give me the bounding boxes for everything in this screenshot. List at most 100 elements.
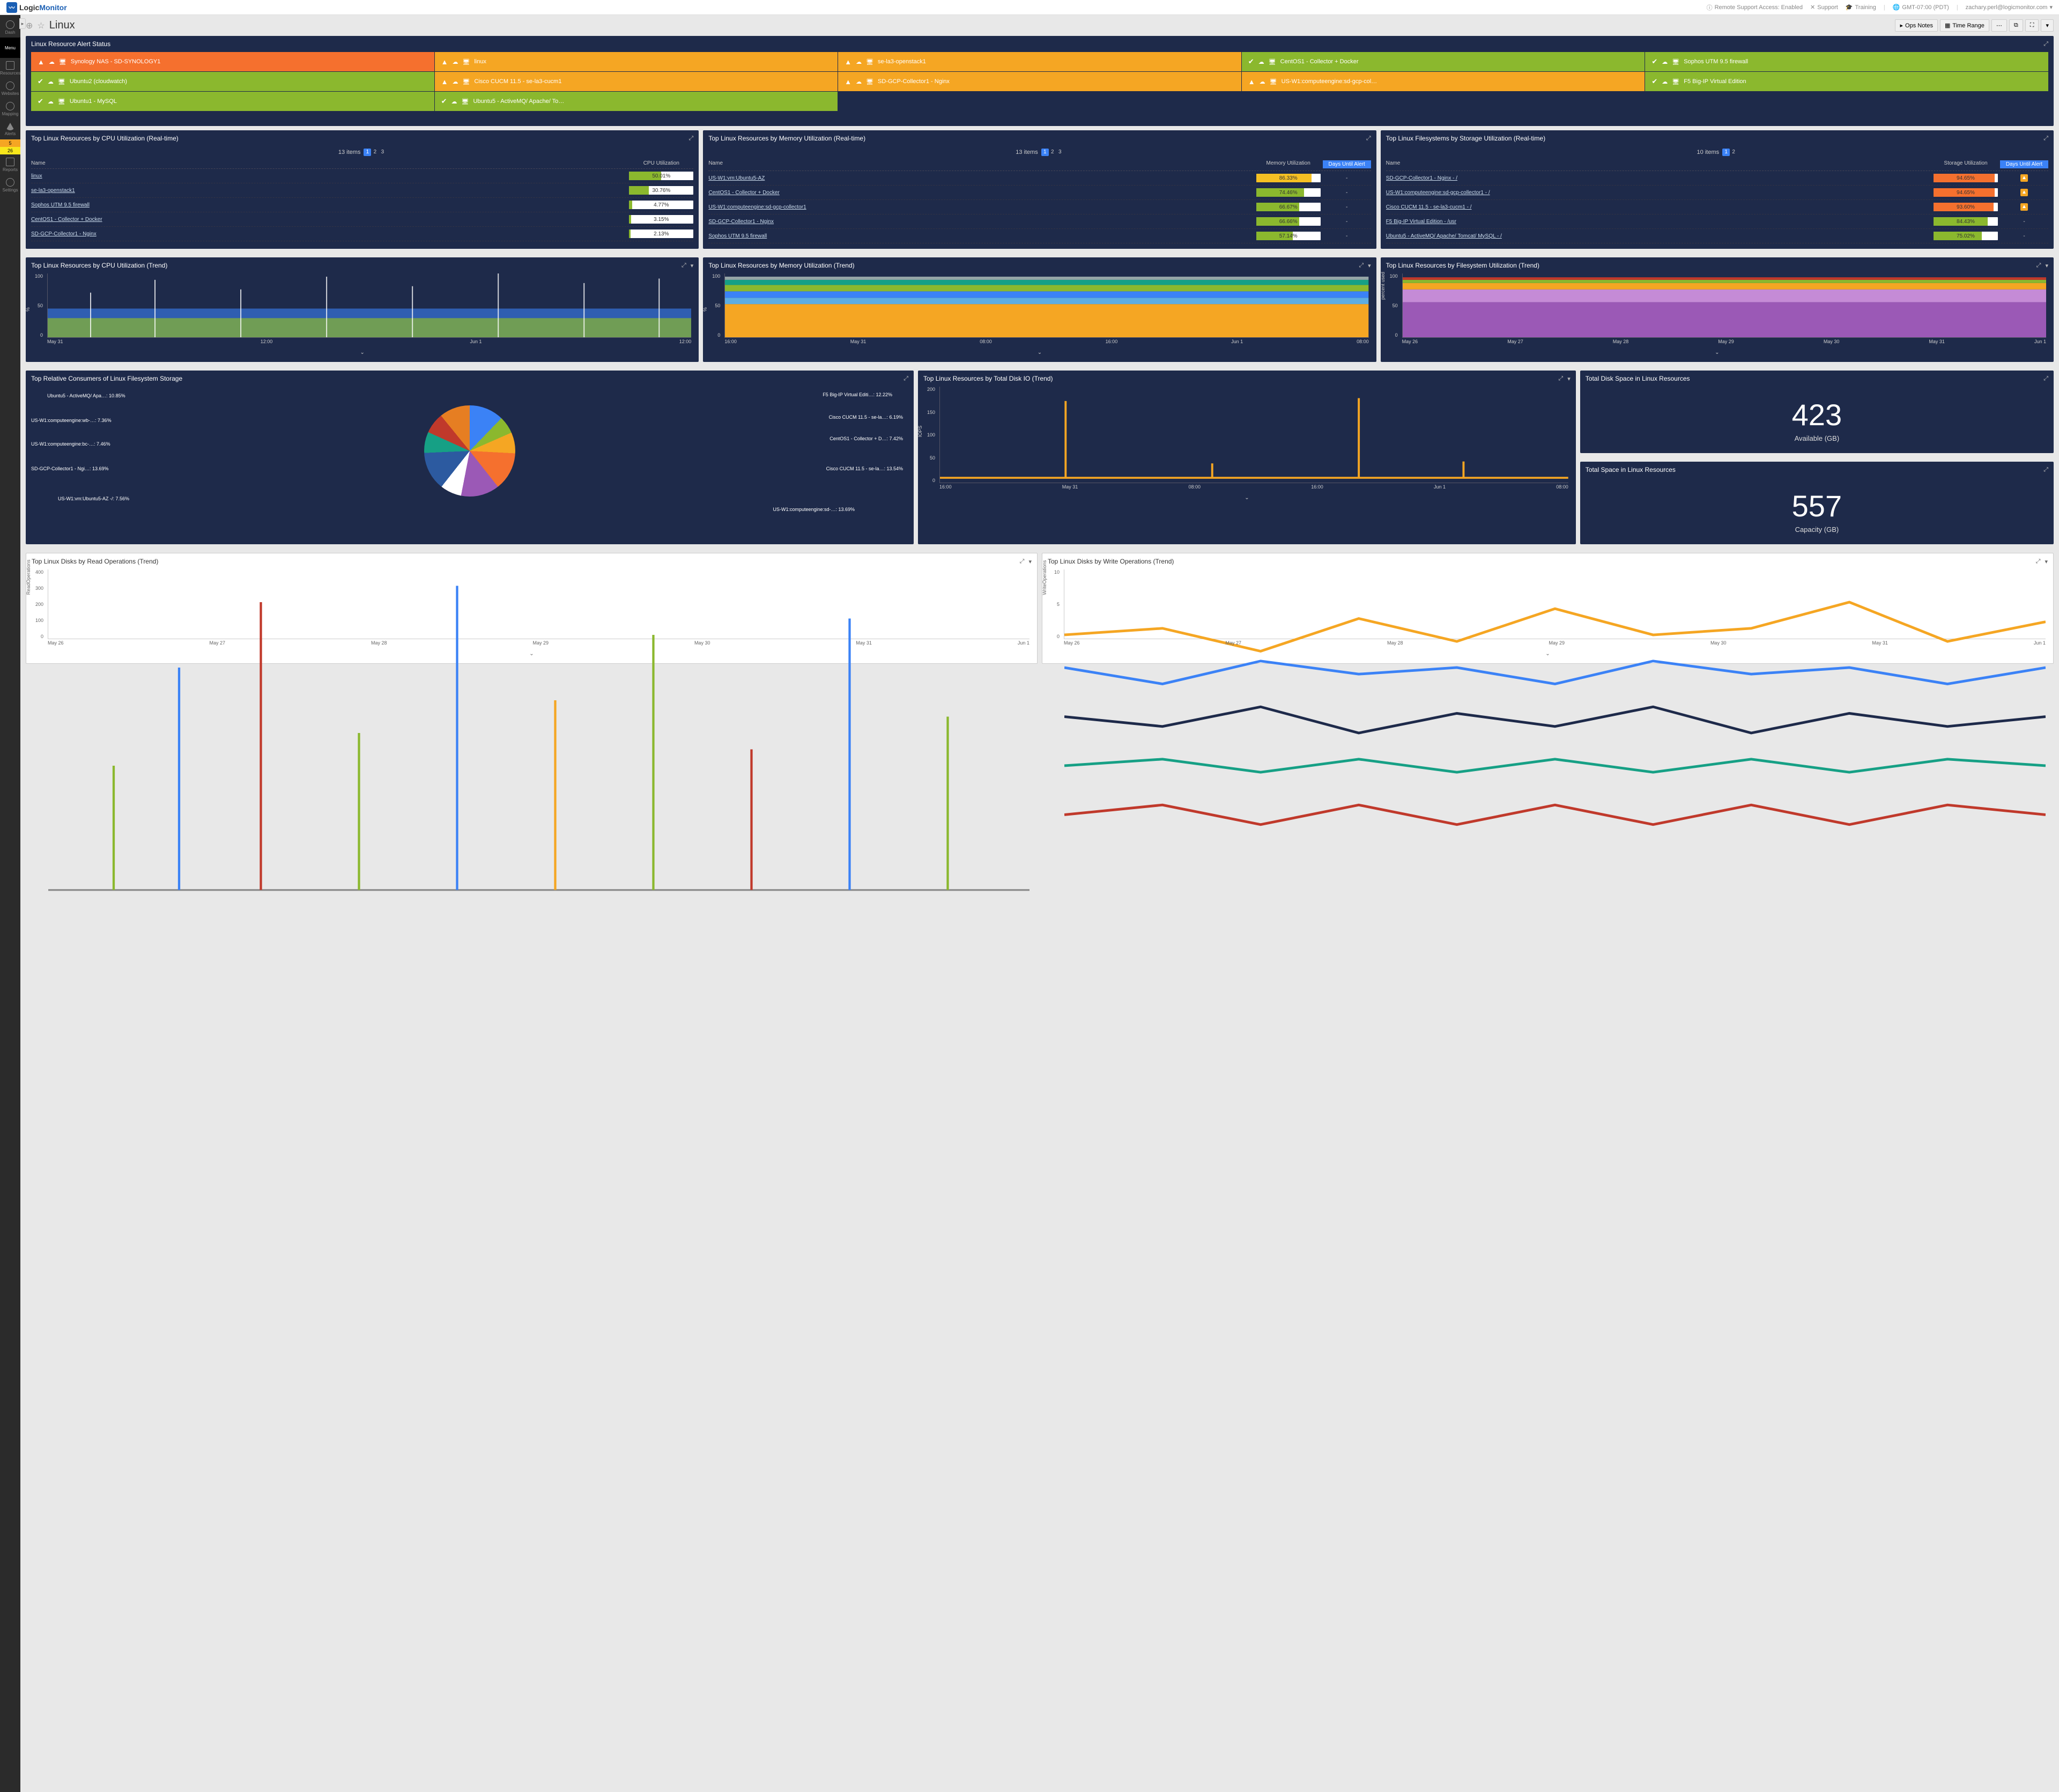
- write-ops-chart[interactable]: WriteOperations 1050 May 26May 27May 28M…: [1048, 569, 2048, 650]
- chevron-down-icon[interactable]: ▾: [691, 262, 694, 269]
- host-icon: ☁: [1260, 78, 1265, 85]
- logo[interactable]: 〰 LogicMonitor: [6, 2, 67, 13]
- expand-icon[interactable]: ⤢: [1359, 262, 1364, 269]
- expand-icon[interactable]: ⤢: [682, 262, 686, 269]
- expand-icon[interactable]: ⤢: [2043, 41, 2048, 48]
- remote-support-status[interactable]: ⓘRemote Support Access: Enabled: [1707, 3, 1803, 12]
- io-trend-chart[interactable]: IOPS 200150100500 16:00May 3108:0016:00J…: [923, 387, 1571, 494]
- sidebar-item-mapping[interactable]: Mapping: [0, 99, 20, 119]
- training-link[interactable]: 🎓Training: [1846, 4, 1876, 11]
- user-menu[interactable]: zachary.perl@logicmonitor.com▾: [1966, 4, 2053, 11]
- resource-link[interactable]: Sophos UTM 9.5 firewall: [708, 233, 1256, 239]
- page-button[interactable]: 3: [379, 149, 386, 156]
- ops-notes-button[interactable]: ▸Ops Notes: [1895, 19, 1938, 32]
- sidebar-item-dash[interactable]: Dash: [0, 17, 20, 38]
- sidebar-expand-button[interactable]: ▸: [19, 18, 26, 29]
- widget-title: Top Linux Resources by CPU Utilization (…: [31, 135, 179, 142]
- resource-link[interactable]: linux: [31, 173, 629, 179]
- alert-cell[interactable]: ▲☁🖥Synology NAS - SD-SYNOLOGY1: [31, 52, 434, 71]
- expand-icon[interactable]: ⤢: [1020, 558, 1025, 565]
- status-icon: ✔: [38, 97, 43, 106]
- sidebar-item-resources[interactable]: Resources: [0, 58, 20, 78]
- alert-cell[interactable]: ✔☁🖥Ubuntu2 (cloudwatch): [31, 72, 434, 91]
- table-row: US-W1:vm:Ubuntu5-AZ86.33%-: [708, 171, 1371, 186]
- expand-icon[interactable]: ⤢: [2043, 135, 2048, 142]
- table-row: SD-GCP-Collector1 - Nginx - /94.65%▲: [1386, 171, 2048, 186]
- resource-link[interactable]: Cisco CUCM 11.5 - se-la3-cucm1 - /: [1386, 204, 1934, 210]
- resource-link[interactable]: CentOS1 - Collector + Docker: [31, 217, 629, 223]
- chart-expand-toggle[interactable]: ⌄: [708, 349, 1371, 357]
- toolbtn-3[interactable]: ⛶: [2025, 19, 2039, 32]
- page-button[interactable]: 2: [1049, 149, 1056, 156]
- expand-icon[interactable]: ⤢: [2043, 375, 2048, 382]
- chevron-down-icon[interactable]: ▾: [1368, 262, 1371, 269]
- mem-trend-chart[interactable]: % 100500 16:00May 3108:0016:00Jun 108:00: [708, 273, 1371, 349]
- timezone-display[interactable]: 🌐GMT-07:00 (PDT): [1893, 4, 1949, 11]
- expand-icon[interactable]: ⤢: [2036, 558, 2041, 565]
- device-icon: 🖥: [1672, 78, 1679, 85]
- page-button[interactable]: 1: [1722, 149, 1730, 156]
- alert-count-error[interactable]: 5: [0, 139, 20, 147]
- expand-icon[interactable]: ⤢: [2043, 466, 2048, 473]
- alert-cell[interactable]: ▲☁🖥Cisco CUCM 11.5 - se-la3-cucm1: [435, 72, 838, 91]
- alert-cell[interactable]: ▲☁🖥SD-GCP-Collector1 - Nginx: [838, 72, 1241, 91]
- toolbtn-2[interactable]: ⧉: [2009, 19, 2023, 32]
- alert-cell[interactable]: ✔☁🖥Ubuntu5 - ActiveMQ/ Apache/ To…: [435, 92, 838, 111]
- expand-icon[interactable]: ⤢: [903, 375, 908, 382]
- page-button[interactable]: 3: [1056, 149, 1064, 156]
- alert-cell[interactable]: ▲☁🖥linux: [435, 52, 838, 71]
- toolbtn-1[interactable]: ⋯: [1991, 19, 2007, 32]
- widget-title: Top Linux Resources by Memory Utilizatio…: [708, 135, 865, 142]
- toolbtn-4[interactable]: ▾: [2041, 19, 2054, 32]
- alert-count-warn[interactable]: 26: [0, 147, 20, 154]
- resource-link[interactable]: US-W1:computeengine:sd-gcp-collector1: [708, 204, 1256, 210]
- expand-icon[interactable]: ⤢: [2036, 262, 2041, 269]
- resource-link[interactable]: Sophos UTM 9.5 firewall: [31, 202, 629, 208]
- alert-cell[interactable]: ✔☁🖥Sophos UTM 9.5 firewall: [1645, 52, 2048, 71]
- resource-link[interactable]: Ubuntu5 - ActiveMQ/ Apache/ Tomcat/ MySQ…: [1386, 233, 1934, 239]
- expand-icon[interactable]: ⤢: [689, 135, 694, 142]
- chevron-down-icon[interactable]: ▾: [2045, 558, 2048, 565]
- sidebar-item-menu[interactable]: Menu: [0, 38, 20, 58]
- sidebar-item-settings[interactable]: Settings: [0, 175, 20, 195]
- alert-cell[interactable]: ▲☁🖥US-W1:computeengine:sd-gcp-col…: [1242, 72, 1645, 91]
- chart-expand-toggle[interactable]: ⌄: [923, 494, 1571, 502]
- time-range-button[interactable]: ▦Time Range: [1940, 19, 1989, 32]
- chevron-down-icon[interactable]: ▾: [1028, 558, 1032, 565]
- resource-link[interactable]: SD-GCP-Collector1 - Nginx: [708, 219, 1256, 225]
- chart-expand-toggle[interactable]: ⌄: [1386, 349, 2048, 357]
- page-button[interactable]: 2: [371, 149, 379, 156]
- host-icon: ☁: [856, 58, 862, 65]
- pie-chart[interactable]: F5 Big-IP Virtual Editi…: 12.22% Cisco C…: [31, 387, 908, 515]
- alert-cell[interactable]: ✔☁🖥Ubuntu1 - MySQL: [31, 92, 434, 111]
- fs-trend-chart[interactable]: percent used 100500 May 26May 27May 28Ma…: [1386, 273, 2048, 349]
- chevron-down-icon[interactable]: ▾: [2045, 262, 2048, 269]
- page-button[interactable]: 2: [1730, 149, 1737, 156]
- read-ops-chart[interactable]: ReadOperations 4003002001000 May 26May 2…: [32, 569, 1032, 650]
- expand-icon[interactable]: ⤢: [1366, 135, 1371, 142]
- reports-icon: [6, 158, 14, 166]
- alert-cell[interactable]: ✔☁🖥CentOS1 - Collector + Docker: [1242, 52, 1645, 71]
- alert-cell[interactable]: ✔☁🖥F5 Big-IP Virtual Edition: [1645, 72, 2048, 91]
- resource-link[interactable]: SD-GCP-Collector1 - Nginx: [31, 231, 629, 237]
- dashboards-icon[interactable]: ⊕: [26, 20, 33, 31]
- resource-link[interactable]: SD-GCP-Collector1 - Nginx - /: [1386, 175, 1934, 181]
- sidebar-item-websites[interactable]: Websites: [0, 78, 20, 99]
- resource-link[interactable]: se-la3-openstack1: [31, 188, 629, 194]
- sidebar-item-reports[interactable]: Reports: [0, 154, 20, 175]
- chart-expand-toggle[interactable]: ⌄: [31, 349, 693, 357]
- device-icon: 🖥: [59, 58, 66, 65]
- cpu-trend-chart[interactable]: % 100500 May 3112:00Jun 112:00: [31, 273, 693, 349]
- support-link[interactable]: ✕Support: [1810, 4, 1838, 11]
- page-button[interactable]: 1: [1041, 149, 1049, 156]
- page-button[interactable]: 1: [364, 149, 371, 156]
- resource-link[interactable]: CentOS1 - Collector + Docker: [708, 190, 1256, 196]
- star-icon[interactable]: ☆: [37, 20, 45, 31]
- resource-link[interactable]: F5 Big-IP Virtual Edition - /usr: [1386, 219, 1934, 225]
- alert-cell[interactable]: ▲☁🖥se-la3-openstack1: [838, 52, 1241, 71]
- sidebar-item-alerts[interactable]: Alerts: [0, 119, 20, 139]
- resource-link[interactable]: US-W1:vm:Ubuntu5-AZ: [708, 175, 1256, 181]
- resource-link[interactable]: US-W1:computeengine:sd-gcp-collector1 - …: [1386, 190, 1934, 196]
- expand-icon[interactable]: ⤢: [1558, 375, 1563, 382]
- chevron-down-icon[interactable]: ▾: [1567, 375, 1571, 382]
